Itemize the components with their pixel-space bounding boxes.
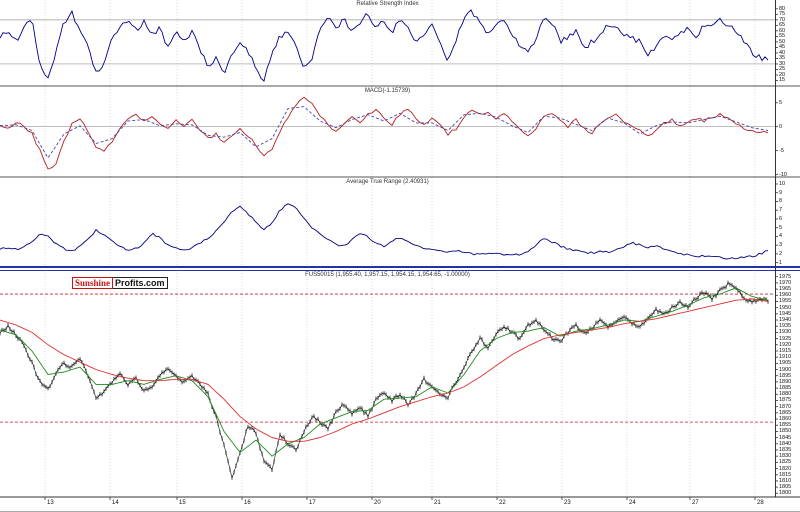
y-axis-label: 1975 [779, 273, 792, 280]
y-axis-label: 5 [779, 99, 783, 106]
y-axis-label: 1905 [779, 360, 792, 367]
y-axis-label: 1900 [779, 366, 792, 373]
x-axis-label: 20 [374, 500, 381, 506]
atr-title-text: Average True Range (2.40931) [343, 179, 432, 185]
y-axis-label: 1830 [779, 453, 792, 460]
y-axis-label: 1945 [779, 310, 792, 317]
y-axis-label: 1965 [779, 286, 792, 293]
chart-canvas[interactable] [0, 0, 800, 512]
rsi-panel-title: Relative Strength Index [0, 1, 775, 8]
trading-chart-screen: Relative Strength Index MACD(-1.15739) A… [0, 0, 800, 512]
macd-panel-title: MACD(-1.15739) [0, 88, 775, 95]
y-axis-label: 1925 [779, 335, 792, 342]
y-axis-label: 1890 [779, 378, 792, 385]
y-axis-label: 1840 [779, 440, 792, 447]
y-axis-label: 1810 [779, 477, 792, 484]
y-axis-label: 1940 [779, 317, 792, 324]
y-axis-label: 1815 [779, 471, 792, 478]
rsi-title-text: Relative Strength Index [353, 1, 422, 7]
y-axis-label: 1920 [779, 341, 792, 348]
y-axis-label: 1820 [779, 465, 792, 472]
x-axis-label: 27 [692, 500, 699, 506]
y-axis-label: 3 [779, 242, 783, 249]
y-axis-label: 4 [779, 233, 783, 240]
y-axis-label: 1875 [779, 397, 792, 404]
x-axis-label: 13 [47, 500, 54, 506]
x-axis-label: 16 [244, 500, 251, 506]
y-axis-label: 15 [779, 77, 786, 84]
sunshineprofits-watermark: Sunshine Profits.com [72, 277, 168, 289]
y-axis-label: 1870 [779, 403, 792, 410]
y-axis-label: 1850 [779, 428, 792, 435]
y-axis-label: 9 [779, 189, 783, 196]
x-axis-label: 14 [112, 500, 119, 506]
y-axis-label: 1960 [779, 292, 792, 299]
y-axis-label: 1865 [779, 409, 792, 416]
y-axis-label: 1835 [779, 446, 792, 453]
y-axis-label: 1880 [779, 391, 792, 398]
y-axis-label: 8 [779, 198, 783, 205]
y-axis-label: 1845 [779, 434, 792, 441]
y-axis-label: 1 [779, 259, 783, 266]
y-axis-label: 2 [779, 250, 783, 257]
x-axis-label: 17 [309, 500, 316, 506]
watermark-sunshine-text: Sunshine [72, 277, 114, 289]
x-axis-label: 21 [434, 500, 441, 506]
chart-background [0, 0, 800, 512]
watermark-profits-text: Profits.com [113, 277, 168, 289]
y-axis-label: 1885 [779, 385, 792, 392]
y-axis-label: -5 [779, 147, 784, 154]
y-axis-label: 1860 [779, 416, 792, 423]
price-title-text: FUS50015 (1,955.40, 1,957.15, 1,954.15, … [302, 272, 473, 278]
x-axis-label: 24 [629, 500, 636, 506]
x-axis-label: 15 [179, 500, 186, 506]
y-axis-label: 7 [779, 207, 783, 214]
y-axis-label: 0 [779, 123, 783, 130]
y-axis-label: -10 [779, 171, 787, 178]
y-axis-label: 1970 [779, 279, 792, 286]
y-axis-label: 1915 [779, 347, 792, 354]
y-axis-label: 1955 [779, 298, 792, 305]
y-axis-label: 1895 [779, 372, 792, 379]
y-axis-label: 1935 [779, 323, 792, 330]
atr-panel-title: Average True Range (2.40931) [0, 179, 775, 186]
y-axis-label: 5 [779, 224, 783, 231]
x-axis-label: 22 [499, 500, 506, 506]
x-axis-label: 28 [757, 500, 764, 506]
y-axis-label: 6 [779, 215, 783, 222]
y-axis-label: 1910 [779, 354, 792, 361]
y-axis-label: 1825 [779, 459, 792, 466]
macd-title-text: MACD(-1.15739) [361, 88, 414, 94]
y-axis-label: 1930 [779, 329, 792, 336]
y-axis-label: 1805 [779, 484, 792, 491]
y-axis-label: 1855 [779, 422, 792, 429]
y-axis-label: 10 [779, 180, 786, 187]
x-axis-label: 23 [564, 500, 571, 506]
y-axis-label: 1950 [779, 304, 792, 311]
y-axis-label: 1800 [779, 490, 792, 497]
